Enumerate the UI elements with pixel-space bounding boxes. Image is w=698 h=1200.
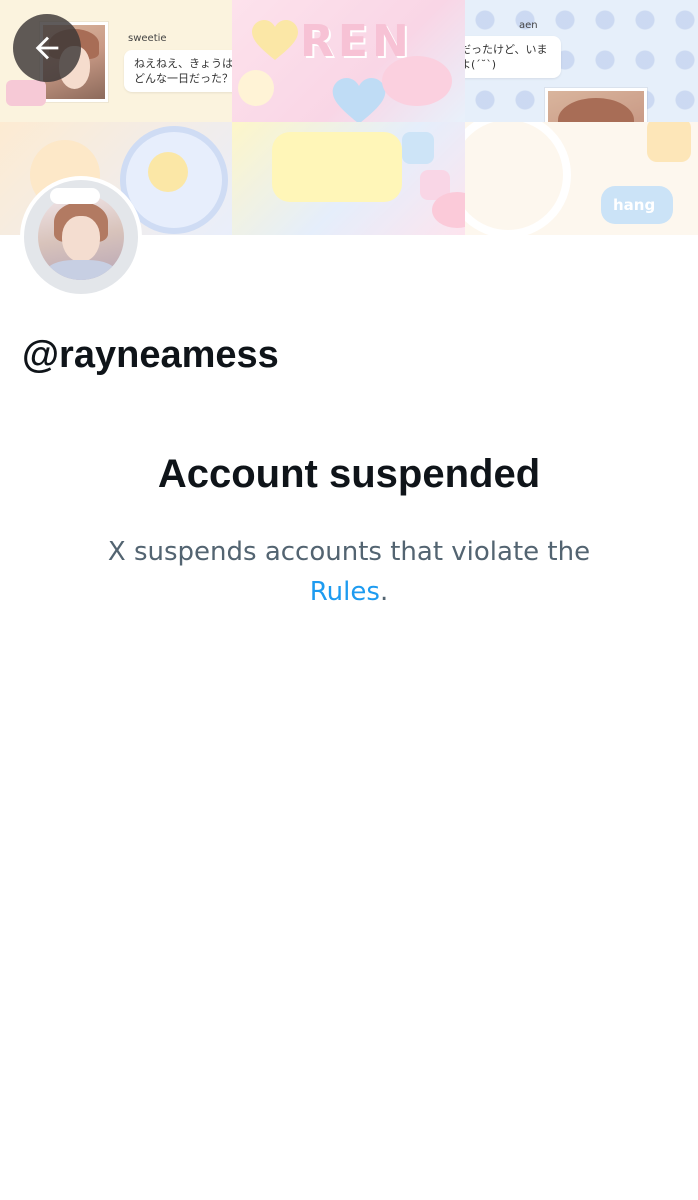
banner-tile [232,122,465,235]
heart-icon [332,78,386,122]
banner-decoration [238,70,274,106]
banner-decoration [647,122,691,162]
avatar-decoration [50,188,100,204]
banner-photo [545,88,647,122]
suspended-description-text: X suspends accounts that violate the [107,537,591,567]
profile-page: sweetie ねえねえ、きょうは どんな一日だった？ REN aen ふつうだ… [0,0,698,1200]
banner-decoration [402,132,434,164]
suspended-description-suffix: . [379,577,389,607]
suspended-title: Account suspended [157,452,541,496]
banner-decoration [465,122,571,235]
arrow-left-icon [35,36,59,60]
banner-tile: REN [232,0,465,122]
banner-decoration [272,132,402,202]
rules-link[interactable]: Rules [310,577,380,607]
chat-bubble-left: ねえねえ、きょうは どんな一日だった？ [124,50,232,92]
banner-decoration [432,192,465,228]
heart-icon [252,20,298,60]
back-button[interactable] [13,14,81,82]
sticker-text: hang [613,196,656,214]
suspended-description: X suspends accounts that violate the Rule… [60,532,638,612]
bubble-name-left: sweetie [128,33,167,44]
banner-decoration [6,80,46,106]
profile-handle: @rayneamess [22,334,279,376]
avatar-photo [38,194,124,280]
chat-bubble-right-line2: 特別だよ(´˘`) [465,58,497,71]
chat-bubble-left-line2: どんな一日だった？ [134,72,232,85]
bubble-name-right: aen [519,20,538,31]
chat-bubble-left-line1: ねえねえ、きょうは [134,57,232,70]
chat-bubble-right-line1: ふつうだったけど、いま [465,43,548,56]
banner-tile: hang [465,122,698,235]
chat-bubble-right: ふつうだったけど、いま 特別だよ(´˘`) [465,36,561,78]
banner-decoration [382,56,452,106]
banner-decoration [148,152,188,192]
banner-tile: aen ふつうだったけど、いま 特別だよ(´˘`) [465,0,698,122]
banner-sign-letters: REN [300,16,413,67]
